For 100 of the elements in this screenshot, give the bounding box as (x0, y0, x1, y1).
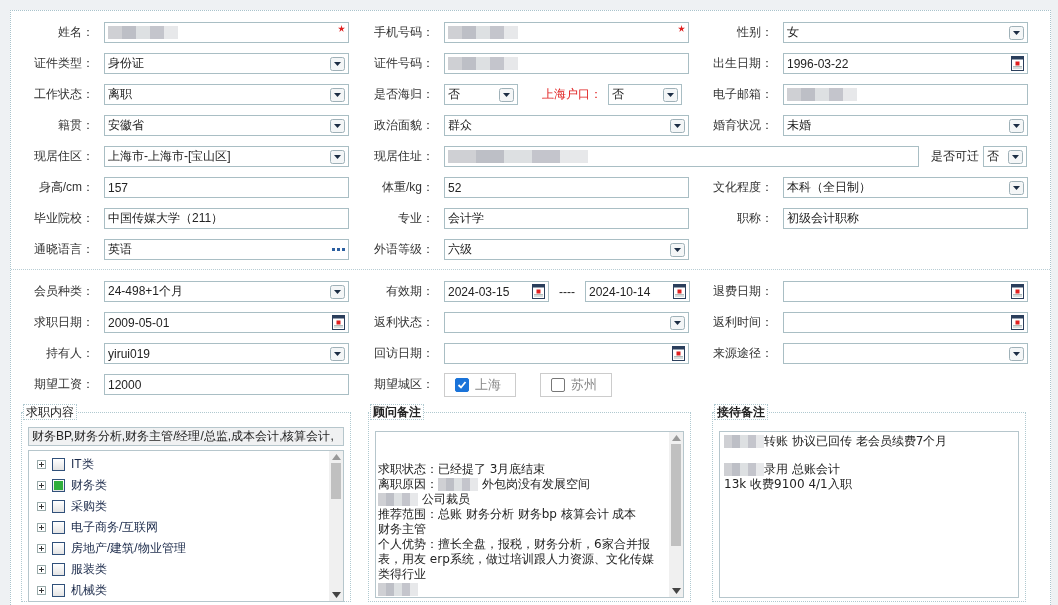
dropdown[interactable]: 女 (783, 22, 1028, 43)
checkbox[interactable] (52, 479, 65, 492)
checkbox-option[interactable]: 苏州 (540, 372, 612, 397)
dropdown[interactable]: 本科（全日制） (783, 177, 1028, 198)
field-label: 婚育状况： (713, 117, 774, 134)
more-icon[interactable] (332, 248, 345, 252)
dropdown[interactable]: 否 (983, 146, 1027, 167)
field-label: 性别： (737, 24, 774, 41)
tree-item[interactable]: 财务类 (71, 477, 107, 494)
calendar-icon[interactable] (332, 315, 345, 330)
scroll-down-icon[interactable] (331, 592, 341, 598)
dropdown[interactable]: 否 (608, 84, 682, 105)
checkbox-option[interactable]: 上海 (444, 372, 516, 397)
dropdown[interactable]: 24-498+1个月 (104, 281, 349, 302)
date-field[interactable]: 1996-03-22 (783, 53, 1028, 74)
note-text: 求职状态：已经提了 3月底结束 (378, 462, 546, 476)
field-label: 政治面貌： (374, 117, 435, 134)
scroll-thumb[interactable] (331, 463, 341, 499)
tree-item[interactable]: 房地产/建筑/物业管理 (71, 540, 186, 557)
input-field[interactable] (444, 53, 689, 74)
scroll-thumb[interactable] (671, 444, 681, 546)
input-field[interactable]: 会计学 (444, 208, 689, 229)
dropdown[interactable]: 安徽省 (104, 115, 349, 136)
date-field[interactable]: 2009-05-01 (104, 312, 349, 333)
checkbox[interactable] (52, 563, 65, 576)
note-text: 财务主管 (378, 522, 426, 536)
notes-area[interactable]: 转账 协议已回传 老会员续费7个月 录用 总账会计 13k 收费9100 4/1入职 (719, 431, 1019, 598)
date-field[interactable] (783, 312, 1028, 333)
field-label: 退费日期： (713, 283, 774, 300)
expand-icon[interactable] (37, 481, 46, 490)
dropdown[interactable]: 离职 (104, 84, 349, 105)
calendar-icon[interactable] (1011, 284, 1024, 299)
expand-icon[interactable] (37, 502, 46, 511)
calendar-icon[interactable] (1011, 56, 1024, 71)
input-field[interactable]: 财务BP,财务分析,财务主管/经理/总监,成本会计,核算会计, (28, 427, 344, 446)
date-field[interactable]: 2024-03-15 (444, 281, 549, 302)
dropdown[interactable]: 上海市-上海市-[宝山区] (104, 146, 349, 167)
calendar-icon[interactable] (532, 284, 545, 299)
input-field[interactable]: 52 (444, 177, 689, 198)
field-label: 上海户口： (542, 86, 602, 103)
dropdown[interactable]: 六级 (444, 239, 689, 260)
input-field[interactable]: 初级会计职称 (783, 208, 1028, 229)
dropdown[interactable]: 未婚 (783, 115, 1028, 136)
note-text: 公司裁员 (420, 492, 470, 506)
input-field[interactable]: 中国传媒大学（211） (104, 208, 349, 229)
checkbox[interactable] (52, 458, 65, 471)
field-label: 是否海归： (374, 86, 435, 103)
checkbox[interactable] (52, 542, 65, 555)
field-label: 现居住区： (34, 148, 95, 165)
tree-item[interactable]: 电子商务/互联网 (71, 519, 159, 536)
field-label: 返利时间： (713, 314, 774, 331)
field-label: 期望城区： (374, 376, 435, 393)
expand-icon[interactable] (37, 565, 46, 574)
expand-icon[interactable] (37, 523, 46, 532)
checkbox[interactable] (52, 500, 65, 513)
expand-icon[interactable] (37, 544, 46, 553)
field-label: 证件号码： (374, 55, 435, 72)
calendar-icon[interactable] (1011, 315, 1024, 330)
tree-item[interactable]: 服装类 (71, 561, 107, 578)
field-label: 文化程度： (713, 179, 774, 196)
range-separator: ---- (559, 284, 575, 299)
notes-area[interactable]: 求职状态：已经提了 3月底结束 离职原因： 外包岗没有发展空间 公司裁员 推荐范围：总账 财务分析 财务bp 核算会计 成本 财务主管 个人优势：擅长全盘，报税，财务分析，6家合并报 表，用友 erp系统，做过培训跟人力资源、文化传媒 类得行业 (375, 431, 684, 598)
input-field[interactable]: 157 (104, 177, 349, 198)
field-label: 外语等级： (374, 241, 435, 258)
field-label: 现居住址： (374, 148, 435, 165)
tree-item[interactable]: IT类 (71, 456, 94, 473)
expand-icon[interactable] (37, 460, 46, 469)
note-text: 类得行业 (378, 567, 426, 581)
checkbox[interactable] (551, 377, 565, 392)
input-field[interactable]: 英语 (104, 239, 349, 260)
calendar-icon[interactable] (672, 346, 685, 361)
note-text: 转账 协议已回传 老会员续费7个月 (764, 434, 948, 448)
expand-icon[interactable] (37, 586, 46, 595)
date-field[interactable]: 2024-10-14 (585, 281, 690, 302)
field-label: 持有人： (46, 345, 95, 362)
input-field[interactable]: 12000 (104, 374, 349, 395)
input-field[interactable] (444, 22, 689, 43)
dropdown[interactable]: 身份证 (104, 53, 349, 74)
date-field[interactable] (444, 343, 689, 364)
calendar-icon[interactable] (673, 284, 686, 299)
input-field[interactable] (783, 84, 1028, 105)
input-field[interactable] (104, 22, 349, 43)
dropdown[interactable]: 否 (444, 84, 518, 105)
field-label: 通晓语言： (34, 241, 95, 258)
field-label: 会员种类： (34, 283, 95, 300)
panel-legend: 顾问备注 (370, 404, 424, 420)
checkbox[interactable] (52, 584, 65, 597)
date-field[interactable] (783, 281, 1028, 302)
dropdown[interactable]: 群众 (444, 115, 689, 136)
field-label: 返利状态： (374, 314, 435, 331)
input-field[interactable] (444, 146, 919, 167)
tree-item[interactable]: 采购类 (71, 498, 107, 515)
scrollbar[interactable] (329, 451, 343, 601)
checkbox[interactable] (52, 521, 65, 534)
scroll-down-icon[interactable] (671, 588, 681, 594)
field-label: 出生日期： (713, 55, 774, 72)
tree-item[interactable]: 机械类 (71, 582, 107, 599)
dropdown[interactable]: yirui019 (104, 343, 349, 364)
checkbox[interactable] (455, 377, 469, 392)
scrollbar[interactable] (669, 432, 683, 597)
